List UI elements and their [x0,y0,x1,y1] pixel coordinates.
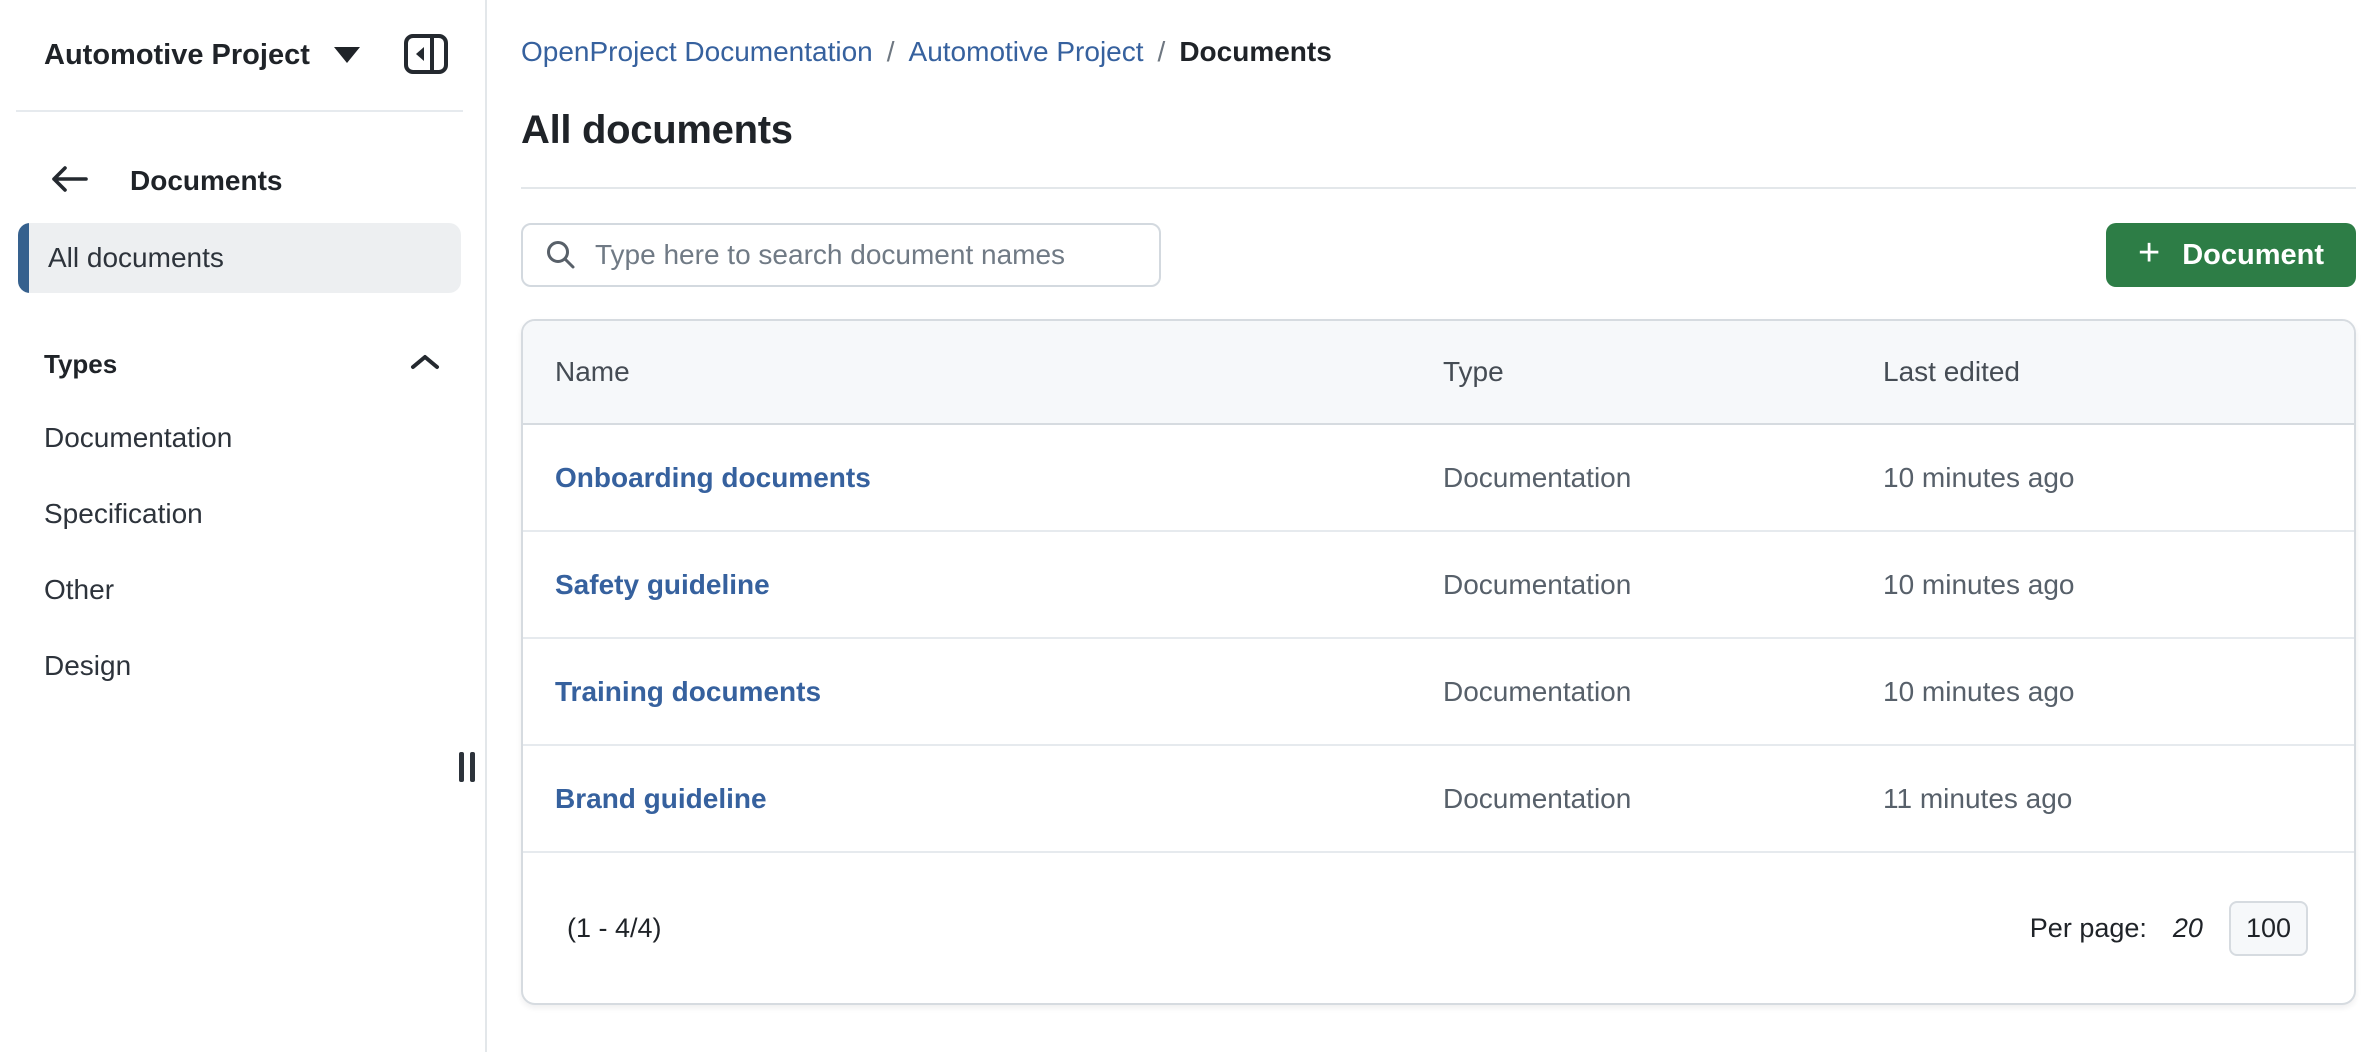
sidebar-item-other[interactable]: Other [0,552,485,628]
type-item-label: Design [44,650,131,682]
breadcrumb-link-automotive-project[interactable]: Automotive Project [909,36,1144,68]
document-type: Documentation [1443,783,1883,815]
project-name: Automotive Project [44,39,310,72]
sidebar-divider [16,110,463,112]
per-page-option-20[interactable]: 20 [2173,913,2203,944]
type-item-label: Specification [44,498,203,530]
module-header: Documents [48,164,441,197]
document-type: Documentation [1443,569,1883,601]
drag-handle-icon [459,752,464,782]
breadcrumb: OpenProject Documentation / Automotive P… [521,36,2356,68]
back-button[interactable] [48,164,90,197]
sidebar-item-label: All documents [48,242,224,274]
document-last-edited: 10 minutes ago [1883,462,2354,494]
pagination-range: (1 - 4/4) [567,913,662,944]
document-link-brand-guideline[interactable]: Brand guideline [555,783,767,814]
per-page-label: Per page: [2030,913,2147,944]
selected-accent-bar [18,223,29,293]
project-selector[interactable]: Automotive Project [44,39,360,72]
type-item-label: Documentation [44,422,232,454]
plus-icon: + [2138,234,2160,272]
document-last-edited: 11 minutes ago [1883,783,2354,815]
document-last-edited: 10 minutes ago [1883,676,2354,708]
document-link-safety-guideline[interactable]: Safety guideline [555,569,770,600]
breadcrumb-separator: / [887,36,895,68]
table-header-row: Name Type Last edited [523,321,2354,425]
sidebar-item-design[interactable]: Design [0,628,485,704]
table-row: Training documents Documentation 10 minu… [523,639,2354,746]
document-type: Documentation [1443,462,1883,494]
add-document-button[interactable]: + Document [2106,223,2356,287]
document-link-onboarding-documents[interactable]: Onboarding documents [555,462,871,493]
types-header-label: Types [44,349,117,380]
documents-table: Name Type Last edited Onboarding documen… [521,319,2356,1005]
main-content: OpenProject Documentation / Automotive P… [489,0,2380,1052]
breadcrumb-current: Documents [1179,36,1331,68]
table-row: Safety guideline Documentation 10 minute… [523,532,2354,639]
breadcrumb-link-openproject-documentation[interactable]: OpenProject Documentation [521,36,873,68]
types-list: Documentation Specification Other Design [0,400,485,704]
search-box [521,223,1161,287]
types-section-toggle[interactable]: Types [44,349,441,380]
column-header-last-edited: Last edited [1883,356,2354,388]
search-input[interactable] [521,223,1161,287]
type-item-label: Other [44,574,114,606]
document-type: Documentation [1443,676,1883,708]
per-page-control: Per page: 20 100 [2030,901,2308,956]
sidebar-item-all-documents[interactable]: All documents [18,223,461,293]
chevron-up-icon [409,352,441,377]
sidebar-resize-handle[interactable] [459,752,475,782]
sidebar: Automotive Project Documents [0,0,487,1052]
page-title: All documents [521,108,2356,153]
project-header: Automotive Project [0,0,485,110]
toolbar: + Document [521,223,2356,287]
sidebar-item-documentation[interactable]: Documentation [0,400,485,476]
arrow-left-icon [48,164,90,197]
document-last-edited: 10 minutes ago [1883,569,2354,601]
module-title: Documents [130,165,282,197]
title-divider [521,187,2356,189]
drag-handle-icon [470,752,475,782]
breadcrumb-separator: / [1158,36,1166,68]
table-row: Brand guideline Documentation 11 minutes… [523,746,2354,853]
per-page-option-100[interactable]: 100 [2229,901,2308,956]
table-footer: (1 - 4/4) Per page: 20 100 [523,853,2354,1003]
table-row: Onboarding documents Documentation 10 mi… [523,425,2354,532]
column-header-type: Type [1443,356,1883,388]
search-icon [545,239,577,271]
document-link-training-documents[interactable]: Training documents [555,676,821,707]
sidebar-item-specification[interactable]: Specification [0,476,485,552]
column-header-name: Name [523,356,1443,388]
panel-collapse-left-icon [403,33,449,78]
collapse-sidebar-button[interactable] [403,33,449,78]
caret-down-icon [334,47,360,63]
add-document-label: Document [2182,239,2324,272]
